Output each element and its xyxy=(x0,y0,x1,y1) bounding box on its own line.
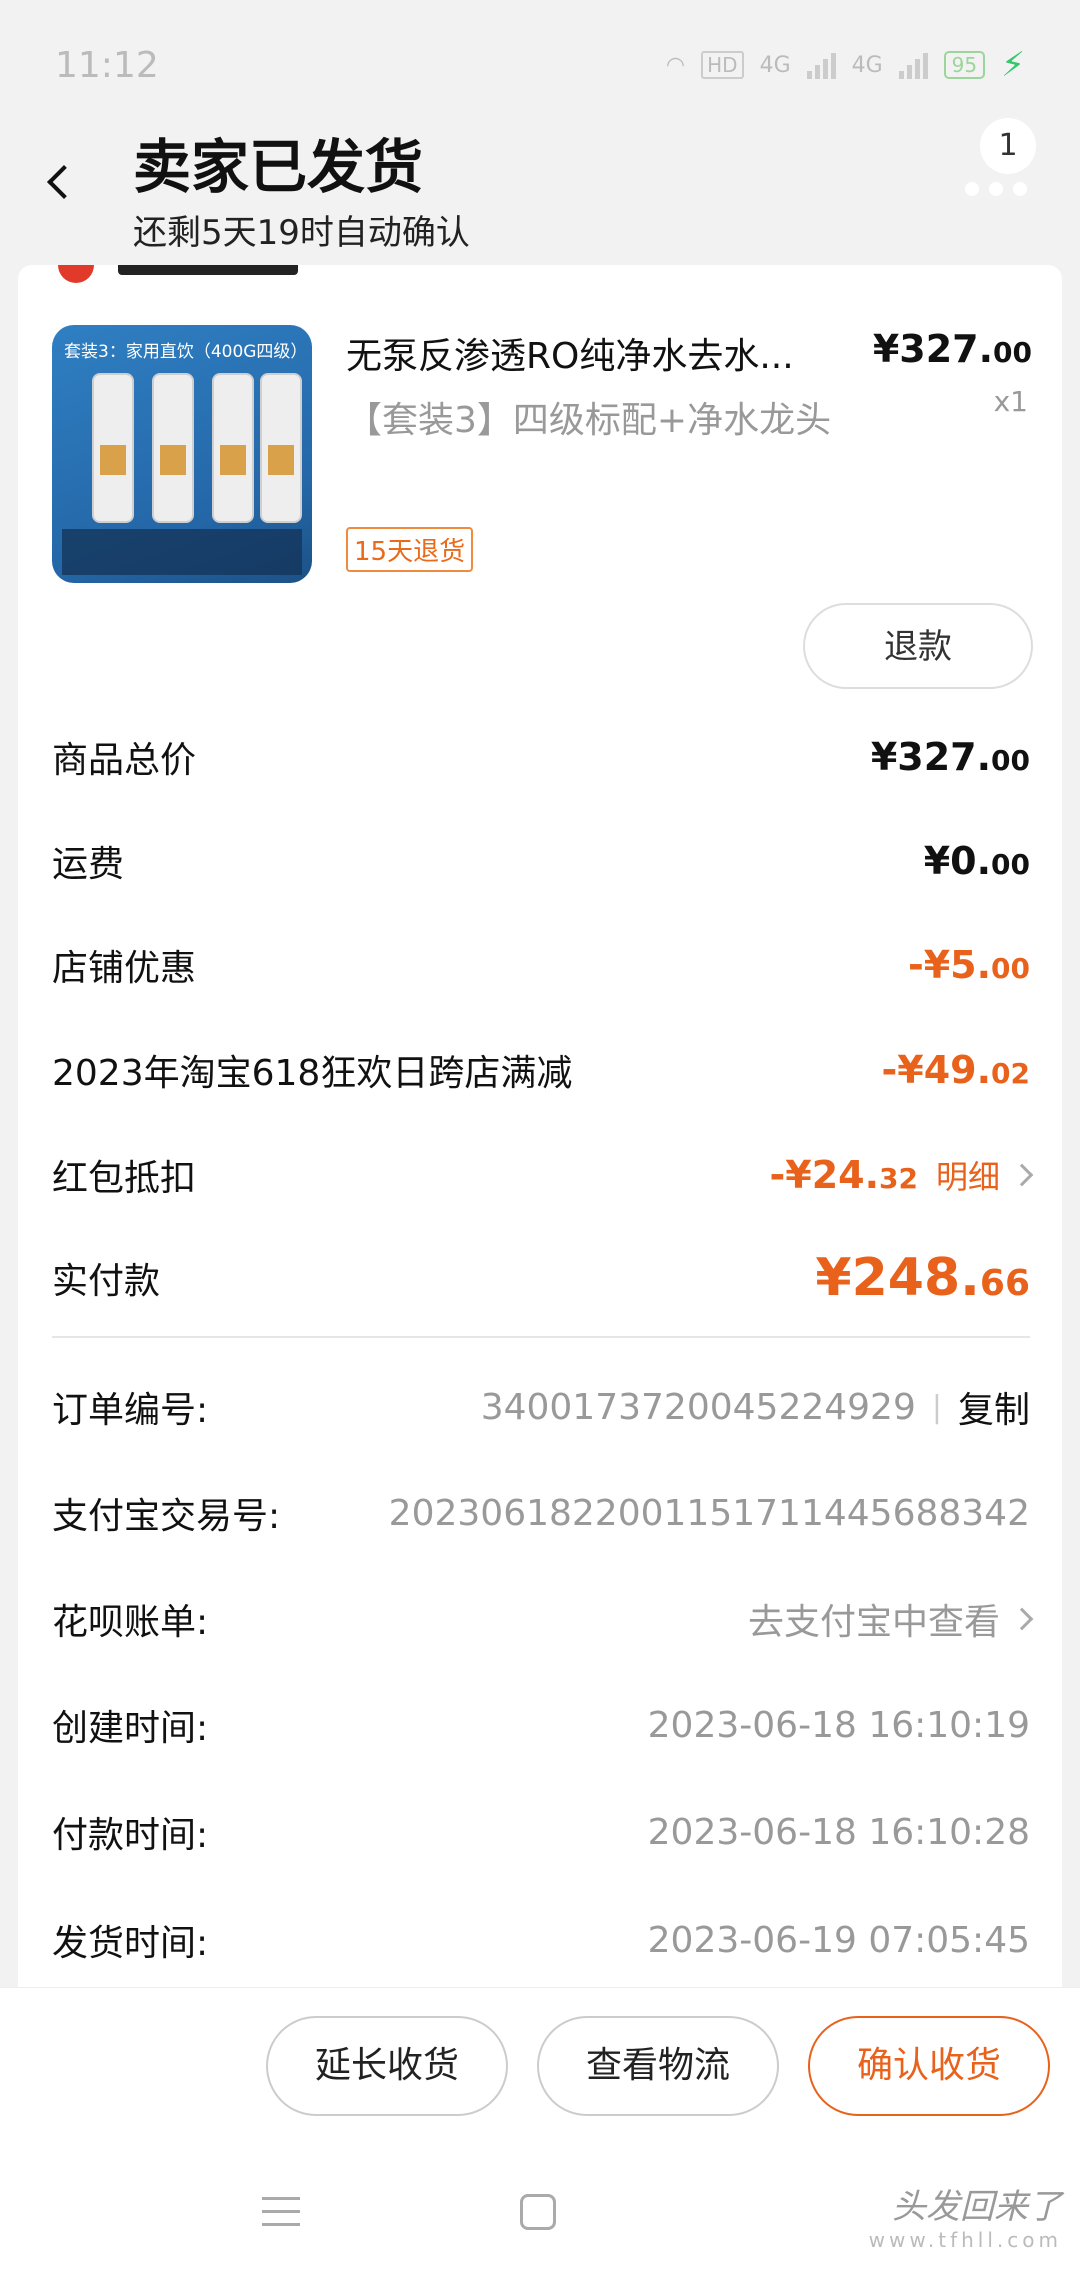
product-title[interactable]: 无泵反渗透RO纯净水去水... xyxy=(346,327,794,379)
info-label: 创建时间: xyxy=(52,1708,209,1749)
product-price: ¥327.00 xyxy=(873,327,1032,371)
product-quantity: x1 xyxy=(993,385,1028,418)
shop-logo-icon[interactable] xyxy=(58,265,94,283)
summary-value: ¥327.00 xyxy=(870,735,1030,779)
info-row-huabei-bill[interactable]: 花呗账单: 去支付宝中查看 xyxy=(52,1589,1034,1649)
info-label: 支付宝交易号: xyxy=(52,1496,281,1537)
hd-icon: HD xyxy=(701,51,744,79)
summary-value: -¥49.02 xyxy=(881,1048,1031,1092)
info-label: 花呗账单: xyxy=(52,1602,209,1643)
system-nav-bar: 头发回来了 www.tfhll.com xyxy=(0,2137,1080,2280)
info-label: 发货时间: xyxy=(52,1923,209,1964)
product-price-dec: 00 xyxy=(993,336,1032,369)
chevron-right-icon xyxy=(1010,1163,1034,1187)
watermark-text: 头发回来了 xyxy=(892,2187,1062,2227)
more-icon[interactable] xyxy=(965,182,1027,196)
summary-row-shop-discount: 店铺优惠 -¥5.00 xyxy=(52,935,1030,995)
status-time: 11:12 xyxy=(55,44,159,86)
shipped-time-value: 2023-06-19 07:05:45 xyxy=(647,1919,1030,1961)
recent-apps-icon[interactable] xyxy=(262,2197,300,2236)
info-row-paid-time: 付款时间: 2023-06-18 16:10:28 xyxy=(52,1802,1030,1862)
summary-label: 红包抵扣 xyxy=(52,1158,197,1199)
confirm-receipt-button[interactable]: 确认收货 xyxy=(808,2016,1050,2116)
page-header: 卖家已发货 还剩5天19时自动确认 1 xyxy=(0,110,1080,260)
home-icon[interactable] xyxy=(520,2194,556,2230)
separator: | xyxy=(931,1389,942,1425)
auto-confirm-countdown: 还剩5天19时自动确认 xyxy=(133,213,470,253)
signal-1-icon xyxy=(806,51,836,79)
watermark: 头发回来了 www.tfhll.com xyxy=(869,2179,1062,2252)
product-price-int: ¥327. xyxy=(872,327,994,371)
info-label: 订单编号: xyxy=(52,1390,209,1431)
info-row-created-time: 创建时间: 2023-06-18 16:10:19 xyxy=(52,1695,1030,1755)
red-packet-detail-link[interactable]: 明细 xyxy=(936,1152,1000,1198)
order-card: 套装3：家用直饮（400G四级） 无泵反渗透RO纯净水去水... 【套装3】四级… xyxy=(18,265,1062,1987)
battery-icon: 95 xyxy=(943,51,986,79)
signal-1-label: 4G xyxy=(759,52,791,78)
page-title: 卖家已发货 xyxy=(133,133,424,201)
message-badge[interactable]: 1 xyxy=(980,118,1036,174)
signal-2-label: 4G xyxy=(851,52,883,78)
product-spec: 【套装3】四级标配+净水龙头 xyxy=(346,400,832,441)
back-icon[interactable] xyxy=(47,165,81,199)
summary-value: -¥24.32 xyxy=(769,1153,918,1197)
product-image-footer xyxy=(62,529,302,575)
info-row-order-number: 订单编号: 3400173720045224929 | 复制 xyxy=(52,1377,1030,1437)
signal-2-icon xyxy=(898,51,928,79)
filter-cartridge-icon xyxy=(152,373,194,523)
summary-label: 2023年淘宝618狂欢日跨店满减 xyxy=(52,1053,573,1094)
info-label: 付款时间: xyxy=(52,1815,209,1856)
product-image[interactable]: 套装3：家用直饮（400G四级） xyxy=(52,325,312,583)
shop-name[interactable] xyxy=(118,265,298,275)
filter-cartridge-icon xyxy=(92,373,134,523)
summary-label: 运费 xyxy=(52,844,125,885)
summary-row-paid-amount: 实付款 ¥248.66 xyxy=(52,1248,1030,1308)
paid-amount-value: ¥248.66 xyxy=(815,1248,1030,1308)
status-icons: ◠ HD 4G 4G 95 ⚡ xyxy=(666,45,1025,85)
summary-row-shipping: 运费 ¥0.00 xyxy=(52,831,1030,891)
order-number-value: 3400173720045224929 xyxy=(480,1386,916,1428)
filter-cartridge-icon xyxy=(260,373,302,523)
info-row-alipay-trade-no: 支付宝交易号: 2023061822001151711445688342 xyxy=(52,1483,1030,1543)
created-time-value: 2023-06-18 16:10:19 xyxy=(647,1704,1030,1746)
chevron-right-icon xyxy=(1010,1607,1034,1631)
summary-row-goods-total: 商品总价 ¥327.00 xyxy=(52,727,1030,787)
view-logistics-button[interactable]: 查看物流 xyxy=(537,2016,779,2116)
paid-time-value: 2023-06-18 16:10:28 xyxy=(647,1811,1030,1853)
info-row-shipped-time: 发货时间: 2023-06-19 07:05:45 xyxy=(52,1910,1030,1970)
summary-value: ¥0.00 xyxy=(923,839,1030,883)
summary-label: 实付款 xyxy=(52,1261,161,1302)
summary-value: -¥5.00 xyxy=(907,943,1030,987)
summary-label: 店铺优惠 xyxy=(52,948,197,989)
filter-cartridge-icon xyxy=(212,373,254,523)
alipay-trade-no-value: 2023061822001151711445688342 xyxy=(388,1492,1030,1534)
bottom-action-bar: 延长收货 查看物流 确认收货 xyxy=(0,1987,1080,2137)
wifi-icon: ◠ xyxy=(665,52,686,78)
summary-row-cross-store-discount: 2023年淘宝618狂欢日跨店满减 -¥49.02 xyxy=(52,1040,1030,1100)
charging-icon: ⚡ xyxy=(1001,45,1025,85)
copy-order-number-button[interactable]: 复制 xyxy=(958,1381,1030,1433)
product-image-caption: 套装3：家用直饮（400G四级） xyxy=(64,342,308,362)
watermark-url: www.tfhll.com xyxy=(868,2228,1062,2252)
refund-button[interactable]: 退款 xyxy=(803,603,1033,689)
huabei-bill-link[interactable]: 去支付宝中查看 xyxy=(748,1593,1000,1645)
summary-label: 商品总价 xyxy=(52,740,197,781)
divider xyxy=(52,1336,1030,1338)
return-policy-badge: 15天退货 xyxy=(346,527,474,572)
extend-receipt-button[interactable]: 延长收货 xyxy=(266,2016,508,2116)
summary-row-red-packet[interactable]: 红包抵扣 -¥24.32 明细 xyxy=(52,1145,1034,1205)
